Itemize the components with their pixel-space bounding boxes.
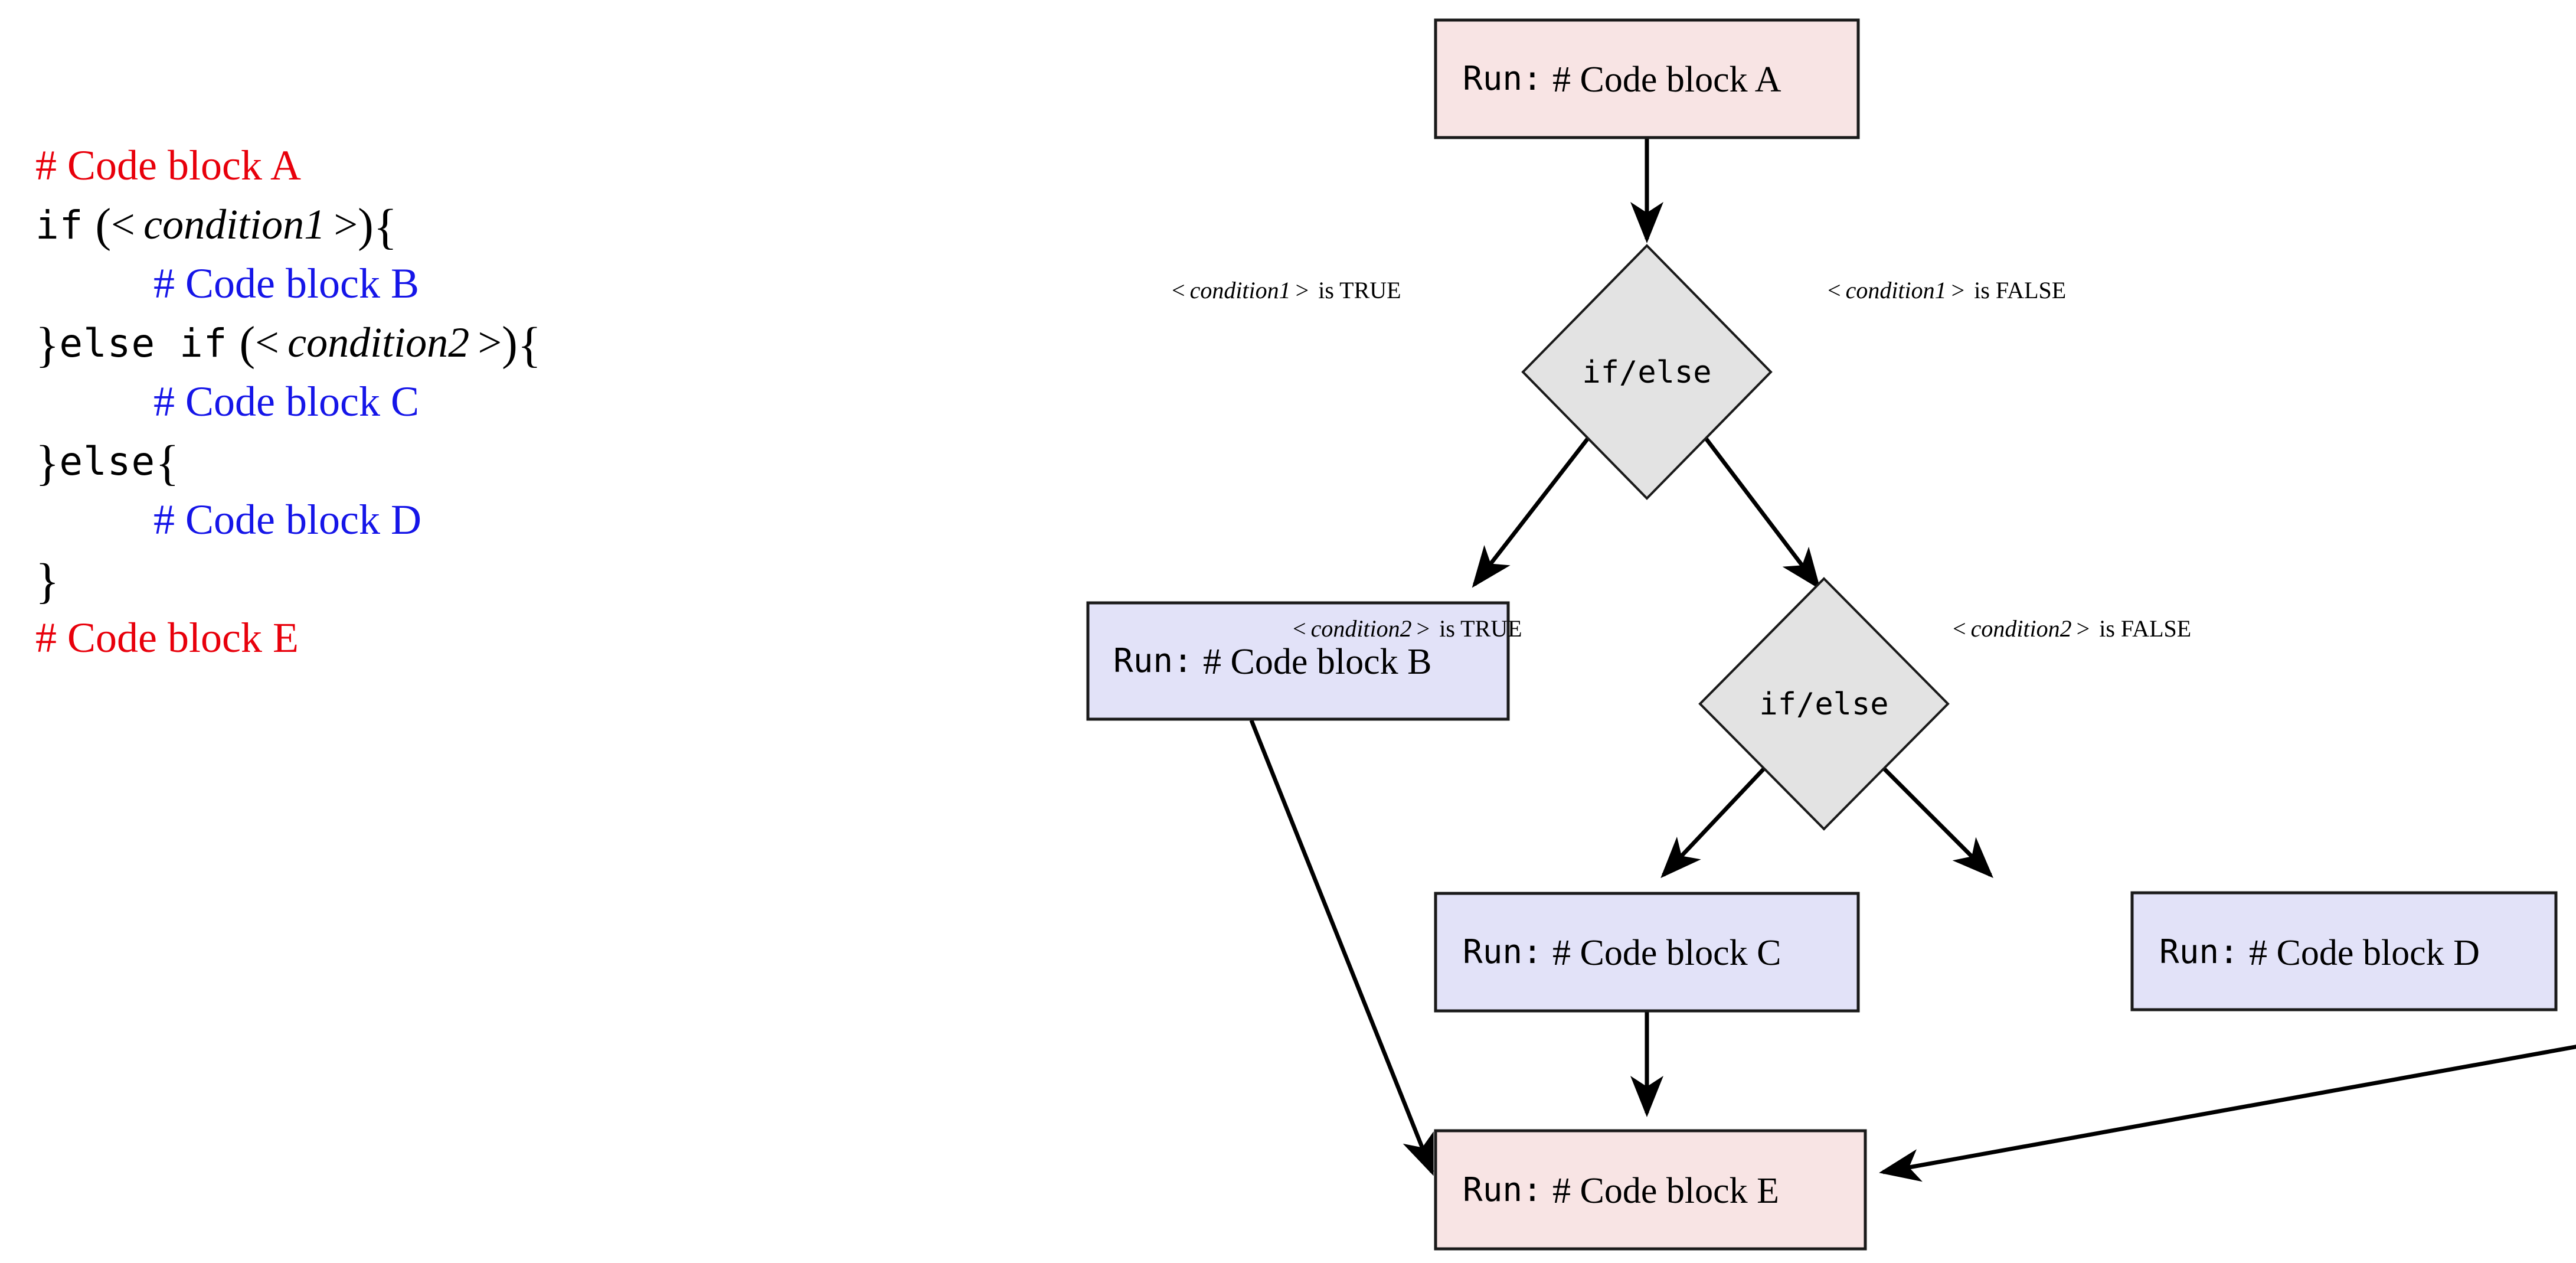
code-line-4: }else if (< condition2 >){ <box>35 313 1009 372</box>
node-a-run-prefix: Run: <box>1463 60 1542 98</box>
angle-close-2: > <box>469 319 502 366</box>
edge-if2-to-d <box>1881 766 1993 878</box>
edge-label-cond1-false: < condition1 > is FALSE <box>1828 277 2066 303</box>
cond1-false-close: > <box>1951 277 1965 303</box>
close-brace-3: } <box>35 554 60 609</box>
node-if2-label: if/else <box>1759 687 1888 722</box>
cond2-false-var: condition2 <box>1971 615 2072 642</box>
open-paren-2: ( <box>227 318 256 370</box>
code-line-2: if (< condition1 >){ <box>35 195 1009 254</box>
node-code-block-c[interactable]: Run: # Code block C <box>1434 892 1860 1013</box>
node-code-block-a[interactable]: Run: # Code block A <box>1434 18 1860 139</box>
open-paren-1: ( <box>83 200 112 252</box>
edge-label-cond2-true: < condition2 > is TRUE <box>1293 615 1522 642</box>
code-comment-c: # Code block C <box>153 378 419 425</box>
edge-label-cond2-false: < condition2 > is FALSE <box>1953 615 2191 642</box>
node-d-run-prefix: Run: <box>2159 933 2239 971</box>
keyword-else: else <box>59 439 156 484</box>
node-code-block-e[interactable]: Run: # Code block E <box>1434 1129 1867 1251</box>
node-d-body: # Code block D <box>2249 933 2480 973</box>
close-brace-2: } <box>35 436 60 491</box>
code-line-5: # Code block C <box>35 372 1009 431</box>
condition1-var: condition1 <box>143 201 326 248</box>
cond2-false-tail: is FALSE <box>2093 615 2191 642</box>
node-if-else-2[interactable]: if/else <box>1698 577 1950 831</box>
cond2-true-var: condition2 <box>1311 615 1412 642</box>
node-code-block-d[interactable]: Run: # Code block D <box>2130 891 2558 1011</box>
keyword-if: if <box>35 203 84 248</box>
cond2-false-open: < <box>1953 615 1966 642</box>
code-comment-a: # Code block A <box>35 142 301 189</box>
cond1-true-close: > <box>1296 277 1309 303</box>
open-brace-1: { <box>373 200 398 254</box>
cond2-false-close: > <box>2077 615 2090 642</box>
page-root: # Code block A if (< condition1 >){ # Co… <box>0 0 2576 1263</box>
edge-b-to-e <box>1249 719 1434 1176</box>
keyword-else-if: else if <box>59 321 228 366</box>
node-c-run-prefix: Run: <box>1463 933 1542 971</box>
angle-close-1: > <box>325 201 358 248</box>
flowchart: Run: # Code block A if/else Run: # Code … <box>1003 0 2576 1263</box>
cond2-true-close: > <box>1417 615 1430 642</box>
angle-open-2: < <box>255 319 288 366</box>
node-if-else-1[interactable]: if/else <box>1521 244 1773 500</box>
node-b-body: # Code block B <box>1203 642 1431 682</box>
cond1-false-open: < <box>1828 277 1841 303</box>
close-paren-2: ) <box>502 318 518 370</box>
cond1-true-var: condition1 <box>1190 277 1291 303</box>
cond1-false-tail: is FALSE <box>1968 277 2066 303</box>
code-line-9: # Code block E <box>35 608 1009 667</box>
node-if1-label: if/else <box>1582 355 1711 390</box>
node-e-run-prefix: Run: <box>1463 1171 1542 1209</box>
code-comment-b: # Code block B <box>153 260 419 307</box>
code-comment-e: # Code block E <box>35 614 299 661</box>
node-c-body: # Code block C <box>1552 933 1781 973</box>
edge-if2-to-c <box>1660 766 1767 879</box>
open-brace-2: { <box>517 318 542 373</box>
close-paren-1: ) <box>358 200 374 252</box>
edge-d-to-e <box>1879 1045 2576 1182</box>
code-line-6: }else{ <box>35 431 1009 490</box>
code-line-8: } <box>35 549 1009 608</box>
code-line-3: # Code block B <box>35 254 1009 313</box>
code-comment-d: # Code block D <box>153 496 421 543</box>
node-e-body: # Code block E <box>1552 1171 1779 1211</box>
node-b-run-prefix: Run: <box>1113 642 1193 680</box>
edge-if1-to-if2 <box>1703 435 1821 590</box>
node-a-body: # Code block A <box>1552 60 1781 100</box>
cond2-true-tail: is TRUE <box>1433 615 1522 642</box>
open-brace-3: { <box>155 436 179 491</box>
code-line-1: # Code block A <box>35 136 1009 195</box>
condition2-var: condition2 <box>287 319 470 366</box>
close-brace-1: } <box>35 318 60 373</box>
edge-label-cond1-true: < condition1 > is TRUE <box>1172 277 1401 303</box>
code-line-7: # Code block D <box>35 490 1009 549</box>
code-listing: # Code block A if (< condition1 >){ # Co… <box>35 136 1009 667</box>
cond1-true-open: < <box>1172 277 1185 303</box>
edge-if1-to-b <box>1472 435 1591 588</box>
cond1-true-tail: is TRUE <box>1312 277 1401 303</box>
angle-open-1: < <box>111 201 144 248</box>
cond2-true-open: < <box>1293 615 1306 642</box>
cond1-false-var: condition1 <box>1846 277 1947 303</box>
flowchart-svg: Run: # Code block A if/else Run: # Code … <box>1086 18 2576 1251</box>
